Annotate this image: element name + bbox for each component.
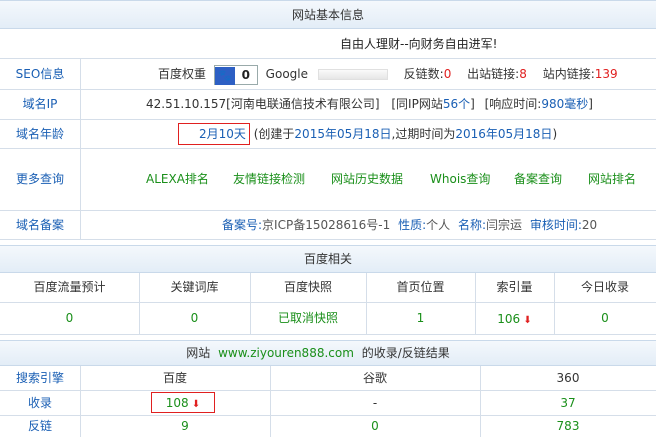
google-label: Google	[265, 67, 308, 81]
icp-nature: 个人	[426, 218, 451, 232]
baidu-today-value: 0	[601, 311, 609, 325]
response-time-value: 980毫秒	[541, 97, 589, 111]
baidu-snapshot-value[interactable]: 已取消快照	[250, 303, 366, 334]
icp-number-label: 备案号:	[222, 218, 263, 232]
google-pagerank-bar	[317, 69, 388, 80]
seo-info-label: SEO信息	[15, 67, 65, 81]
basic-info-header: 网站基本信息	[0, 0, 656, 29]
engine-label: 搜索引擎	[15, 371, 64, 385]
index-title-suffix: 的收录/反链结果	[361, 346, 450, 360]
arrow-down-icon: ⬇	[188, 399, 201, 410]
baidu-col-traffic: 百度流量预计	[33, 280, 106, 294]
icp-nature-label: 性质:	[398, 218, 427, 232]
backlink-360: 783	[556, 419, 580, 433]
more-link-alexa[interactable]: ALEXA排名	[146, 149, 209, 210]
age-created-date: 2015年05月18日	[294, 127, 392, 141]
domain-age-row: 2月10天 (创建于2015年05月18日,过期时间为2016年05月18日)	[178, 120, 557, 148]
baidu-col-snapshot: 百度快照	[283, 280, 332, 294]
outlinks-label: 出站链接:	[467, 67, 520, 81]
inlinks-label: 站内链接:	[542, 67, 595, 81]
indexed-label: 收录	[27, 396, 52, 410]
backlinks-label: 反链数:	[403, 67, 444, 81]
domain-age-value: 2月10天	[178, 123, 250, 145]
engine-google: 谷歌	[362, 371, 387, 385]
ip-value: 42.51.10.157[河南电联通信技术有限公司]	[146, 97, 380, 111]
indexed-360: 37	[560, 396, 576, 410]
age-expire-date: 2016年05月18日	[455, 127, 553, 141]
basic-info-title: 网站基本信息	[291, 8, 364, 22]
seo-info-row: 百度权重 🐾 0 Google 反链数:0 出站链接:8 站内链接:139	[158, 59, 618, 89]
baidu-col-today: 今日收录	[580, 280, 629, 294]
baidu-homepage-value: 1	[416, 311, 425, 325]
baidu-title: 百度相关	[303, 252, 352, 266]
indexed-baidu: 108	[165, 396, 189, 410]
baidu-keywords-value: 0	[190, 311, 199, 325]
same-ip-prefix: [同IP网站	[391, 97, 443, 111]
baidu-col-index: 索引量	[496, 280, 533, 294]
icp-number: 京ICP备15028616号-1	[262, 218, 391, 232]
domain-age-label: 域名年龄	[15, 127, 64, 141]
baidu-col-keywords: 关键词库	[170, 280, 219, 294]
baidu-index-cell: 106 ⬇	[475, 303, 554, 334]
icp-name-label: 名称:	[457, 218, 487, 232]
baidu-weight-label: 百度权重	[158, 67, 207, 81]
icp-time: 20	[581, 218, 598, 232]
more-link-history[interactable]: 网站历史数据	[331, 149, 403, 210]
backlink-label: 反链	[27, 419, 52, 433]
backlinks-value: 0	[443, 67, 452, 81]
domain-ip-label: 域名IP	[22, 97, 58, 111]
baidu-weight-value: 0	[241, 67, 251, 82]
arrow-down-icon: ⬇	[520, 315, 532, 326]
more-link-rank[interactable]: 网站排名	[588, 149, 636, 210]
domain-ip-row: 42.51.10.157[河南电联通信技术有限公司] [同IP网站56个] [响…	[146, 97, 593, 111]
domain-icp-label: 域名备案	[15, 218, 64, 232]
paw-icon: 🐾	[214, 66, 235, 85]
outlinks-value: 8	[519, 67, 527, 81]
inlinks-value: 139	[594, 67, 618, 81]
icp-name: 闫宗运	[486, 218, 523, 232]
more-link-icp[interactable]: 备案查询	[514, 149, 562, 210]
age-created-prefix: (创建于	[253, 127, 295, 141]
more-link-whois[interactable]: Whois查询	[430, 149, 490, 210]
index-header: 网站 www.ziyouren888.com 的收录/反链结果	[0, 340, 656, 366]
engine-baidu: 百度	[162, 371, 187, 385]
indexed-google: -	[372, 396, 378, 410]
baidu-weight-badge[interactable]: 🐾 0	[213, 64, 258, 85]
same-ip-link[interactable]: 56个	[443, 97, 470, 111]
engine-360: 360	[556, 371, 580, 385]
more-queries-label: 更多查询	[15, 172, 64, 186]
site-slogan: 自由人理财--向财务自由进军!	[340, 37, 498, 51]
baidu-header: 百度相关	[0, 245, 656, 273]
domain-icp-row: 备案号:京ICP备15028616号-1 性质:个人 名称:闫宗运 审核时间:2…	[222, 211, 656, 239]
response-prefix: [响应时间:	[484, 97, 542, 111]
more-link-friendlinks[interactable]: 友情链接检测	[233, 149, 305, 210]
baidu-col-homepage: 首页位置	[396, 280, 445, 294]
baidu-traffic-value: 0	[65, 311, 74, 325]
backlink-baidu: 9	[181, 419, 189, 433]
backlink-google: 0	[371, 419, 379, 433]
index-title-prefix: 网站	[186, 346, 211, 360]
indexed-baidu-box: 108 ⬇	[151, 392, 215, 413]
age-expire-prefix: ,过期时间为	[391, 127, 456, 141]
index-domain-link[interactable]: www.ziyouren888.com	[218, 346, 354, 360]
baidu-index-value: 106	[497, 312, 521, 326]
icp-time-label: 审核时间:	[529, 218, 582, 232]
